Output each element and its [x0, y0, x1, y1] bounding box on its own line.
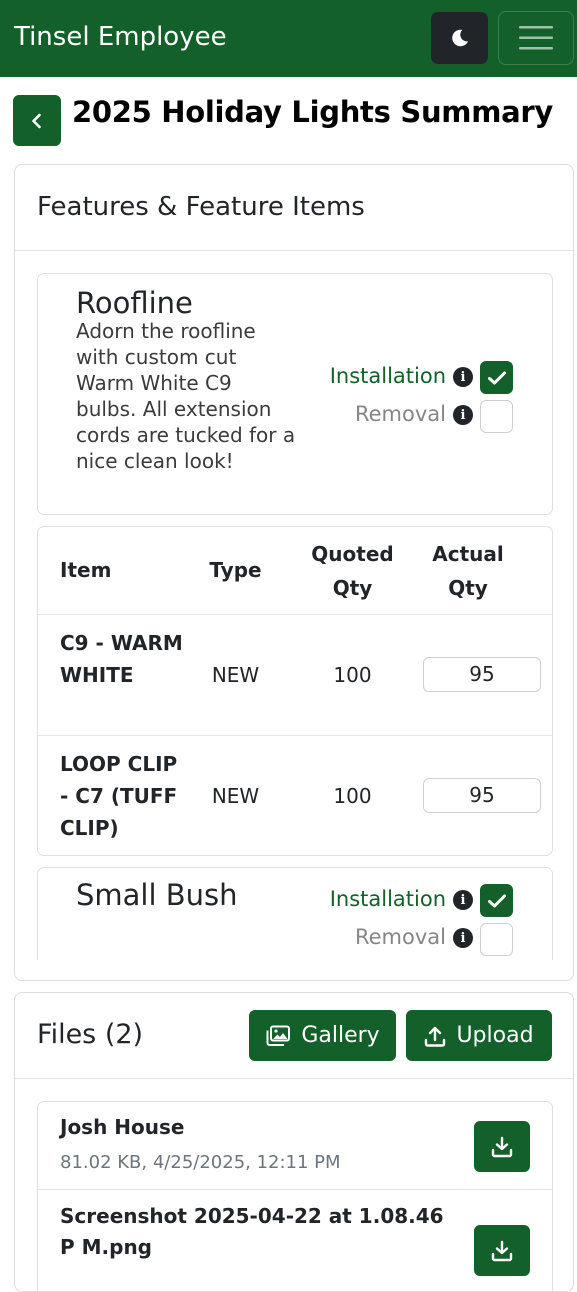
features-card: Features & Feature Items Roofline Adorn …	[14, 164, 574, 981]
item-quoted-qty: 100	[333, 784, 372, 808]
back-button[interactable]	[13, 95, 61, 146]
check-icon	[487, 371, 506, 384]
column-header-type: Type	[209, 558, 262, 582]
download-icon	[491, 1240, 513, 1261]
files-card-header: Files (2) Gallery Upload	[15, 993, 573, 1079]
info-icon[interactable]: i	[453, 405, 473, 425]
feature-items-table: Item Type Quoted Qty Actual Qty C9 - WAR…	[37, 526, 553, 856]
features-card-title: Features & Feature Items	[37, 192, 365, 222]
installation-checkbox[interactable]	[480, 361, 513, 394]
menu-toggle-button[interactable]	[498, 11, 574, 65]
file-name[interactable]: Josh House	[60, 1112, 184, 1143]
check-icon	[487, 894, 506, 907]
info-icon[interactable]: i	[453, 890, 473, 910]
upload-button[interactable]: Upload	[406, 1010, 552, 1061]
column-header-actual-qty: Actual Qty	[432, 542, 504, 600]
actual-qty-input[interactable]: 95	[423, 778, 541, 813]
divider	[38, 735, 552, 736]
file-meta: 81.02 KB, 4/25/2025, 12:11 PM	[60, 1152, 341, 1173]
chevron-left-icon	[32, 113, 41, 128]
installation-checkbox[interactable]	[480, 884, 513, 917]
removal-checkbox[interactable]	[480, 923, 513, 956]
item-type: NEW	[211, 663, 260, 687]
item-type: NEW	[211, 784, 260, 808]
feature-description: Adorn the roofline with custom cut Warm …	[76, 319, 296, 473]
info-icon[interactable]: i	[453, 367, 473, 387]
upload-button-label: Upload	[456, 1023, 534, 1048]
files-list: Josh House 81.02 KB, 4/25/2025, 12:11 PM…	[37, 1101, 553, 1291]
gallery-button-label: Gallery	[301, 1023, 380, 1048]
scroll-clip	[15, 960, 573, 980]
divider	[38, 1189, 552, 1190]
installation-label: Installation	[329, 887, 446, 911]
theme-toggle-button[interactable]	[431, 12, 488, 64]
upload-icon	[425, 1026, 446, 1047]
column-header-quoted-qty: Quoted Qty	[311, 542, 394, 600]
hamburger-icon	[519, 26, 553, 50]
removal-label: Removal	[354, 402, 446, 426]
item-quoted-qty: 100	[333, 663, 372, 687]
item-name: LOOP CLIP - C7 (TUFF CLIP)	[60, 752, 178, 840]
feature-roofline: Roofline Adorn the roofline with custom …	[37, 273, 553, 515]
feature-name: Roofline	[76, 286, 193, 320]
gallery-button[interactable]: Gallery	[249, 1010, 396, 1061]
item-name: C9 - WARM WHITE	[60, 631, 183, 687]
actual-qty-input[interactable]: 95	[423, 657, 541, 692]
column-header-item: Item	[60, 558, 112, 582]
removal-label: Removal	[354, 925, 446, 949]
info-icon[interactable]: i	[453, 928, 473, 948]
images-icon	[266, 1025, 291, 1046]
brand-title[interactable]: Tinsel Employee	[14, 22, 227, 52]
divider	[38, 614, 552, 615]
installation-label: Installation	[329, 364, 446, 388]
removal-checkbox[interactable]	[480, 400, 513, 433]
file-name[interactable]: Screenshot 2025-04-22 at 1.08.46 P M.png	[60, 1201, 460, 1263]
feature-name: Small Bush	[76, 878, 238, 912]
page-title: 2025 Holiday Lights Summary	[72, 95, 554, 129]
features-card-header: Features & Feature Items	[15, 165, 573, 251]
files-card: Files (2) Gallery Upload Josh House 81.0…	[14, 992, 574, 1292]
files-card-title: Files (2)	[37, 1019, 144, 1050]
download-button[interactable]	[474, 1225, 530, 1276]
navbar: Tinsel Employee	[0, 0, 577, 77]
download-button[interactable]	[474, 1121, 530, 1172]
moon-icon	[451, 29, 468, 47]
download-icon	[491, 1136, 513, 1157]
